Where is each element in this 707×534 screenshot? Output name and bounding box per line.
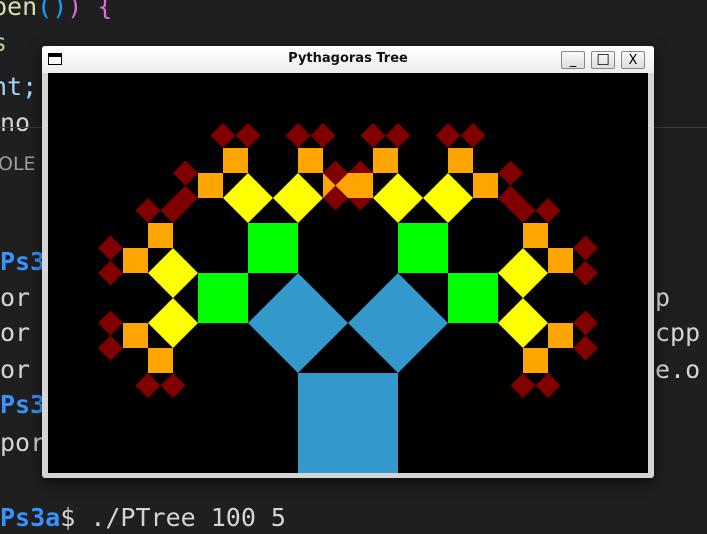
close-icon: X [628, 52, 638, 68]
code-token: () [37, 0, 68, 21]
code-token: pen [0, 0, 38, 21]
tree-square-level-5 [160, 373, 186, 398]
tree-square-level-3 [498, 248, 548, 298]
maximize-button[interactable]: ☐ [591, 51, 615, 69]
tree-square-level-4 [373, 148, 398, 173]
tree-square-level-4 [123, 323, 148, 348]
tree-square-level-4 [473, 173, 498, 198]
close-button[interactable]: X [621, 51, 645, 69]
terminal-text: or [0, 355, 31, 384]
tree-canvas [48, 73, 648, 473]
tree-square-level-5 [135, 198, 161, 223]
tree-square-level-4 [548, 323, 573, 348]
tree-square-level-5 [510, 373, 536, 398]
tree-square-level-5 [573, 235, 598, 261]
tree-square-level-0 [298, 373, 398, 473]
terminal-text: or [0, 283, 31, 312]
terminal-line: or [0, 355, 30, 385]
terminal-line: Ps3 [0, 390, 45, 420]
terminal-line: por [0, 428, 45, 458]
terminal-text-right: cpp [655, 318, 701, 347]
tree-square-level-5 [435, 123, 461, 148]
code-line-3: nt; [0, 72, 38, 101]
tree-square-level-5 [210, 123, 236, 148]
maximize-icon: ☐ [596, 51, 610, 69]
tree-square-level-5 [498, 160, 523, 186]
code-line-4: no [0, 108, 31, 137]
tree-square-level-5 [135, 373, 161, 398]
tree-square-level-3 [148, 298, 198, 348]
terminal-line: or [0, 283, 30, 313]
tree-square-level-5 [98, 235, 123, 261]
title-bar[interactable]: Pythagoras Tree _ ☐ X [42, 46, 654, 73]
tree-square-level-1 [348, 273, 448, 373]
tree-square-level-5 [535, 198, 561, 223]
tree-square-level-4 [223, 148, 248, 173]
tree-square-level-5 [573, 310, 598, 336]
terminal-command-line: Ps3a$ ./PTree 100 5 [0, 503, 286, 533]
code-line-2: s [0, 28, 7, 58]
terminal-text: por [0, 428, 46, 457]
terminal-text: or [0, 318, 31, 347]
tree-square-level-4 [148, 223, 173, 248]
tree-square-level-2 [198, 273, 248, 323]
tree-square-level-5 [535, 373, 561, 398]
tree-square-level-2 [248, 223, 298, 273]
terminal-prompt: Ps3a [0, 503, 61, 532]
tree-square-level-2 [398, 223, 448, 273]
tree-square-level-4 [523, 223, 548, 248]
tree-square-level-5 [98, 260, 123, 286]
tree-square-level-5 [98, 310, 123, 336]
terminal-line: Ps3 [0, 247, 45, 277]
code-token: ) [67, 0, 83, 21]
tree-square-level-5 [235, 123, 261, 148]
tree-square-level-5 [173, 160, 198, 186]
code-line-1: pen()) { [0, 0, 112, 22]
minimize-icon: _ [569, 52, 577, 68]
tree-square-level-4 [148, 348, 173, 373]
minimize-button[interactable]: _ [561, 51, 585, 69]
tree-square-level-4 [123, 248, 148, 273]
tree-square-level-3 [273, 173, 323, 223]
tree-square-level-4 [298, 148, 323, 173]
tree-square-level-4 [523, 348, 548, 373]
tree-square-level-5 [285, 123, 311, 148]
tree-square-level-3 [223, 173, 273, 223]
tree-square-level-5 [573, 260, 598, 286]
tree-square-level-4 [448, 148, 473, 173]
tree-square-level-4 [348, 173, 373, 198]
tree-square-level-5 [573, 335, 598, 361]
panel-tab-console[interactable]: OLE [0, 153, 36, 175]
terminal-text-right: e.o [655, 355, 701, 384]
tree-square-level-4 [548, 248, 573, 273]
tree-square-level-1 [248, 273, 348, 373]
tree-square-level-5 [460, 123, 486, 148]
terminal-prompt: Ps3 [0, 247, 46, 276]
tree-square-level-3 [148, 248, 198, 298]
tree-square-level-3 [373, 173, 423, 223]
pythagoras-tree-window: Pythagoras Tree _ ☐ X [42, 46, 654, 478]
tree-square-level-3 [498, 298, 548, 348]
tree-square-level-3 [423, 173, 473, 223]
terminal-command: $ ./PTree 100 5 [60, 503, 286, 532]
tree-square-level-2 [448, 273, 498, 323]
terminal-text-right: p [655, 283, 671, 312]
tree-square-level-4 [198, 173, 223, 198]
code-token: { [82, 0, 113, 21]
tree-square-level-5 [360, 123, 386, 148]
tree-square-level-5 [98, 335, 123, 361]
terminal-line: or [0, 318, 30, 348]
tree-square-level-5 [385, 123, 411, 148]
terminal-prompt: Ps3 [0, 390, 46, 419]
tree-square-level-5 [310, 123, 336, 148]
